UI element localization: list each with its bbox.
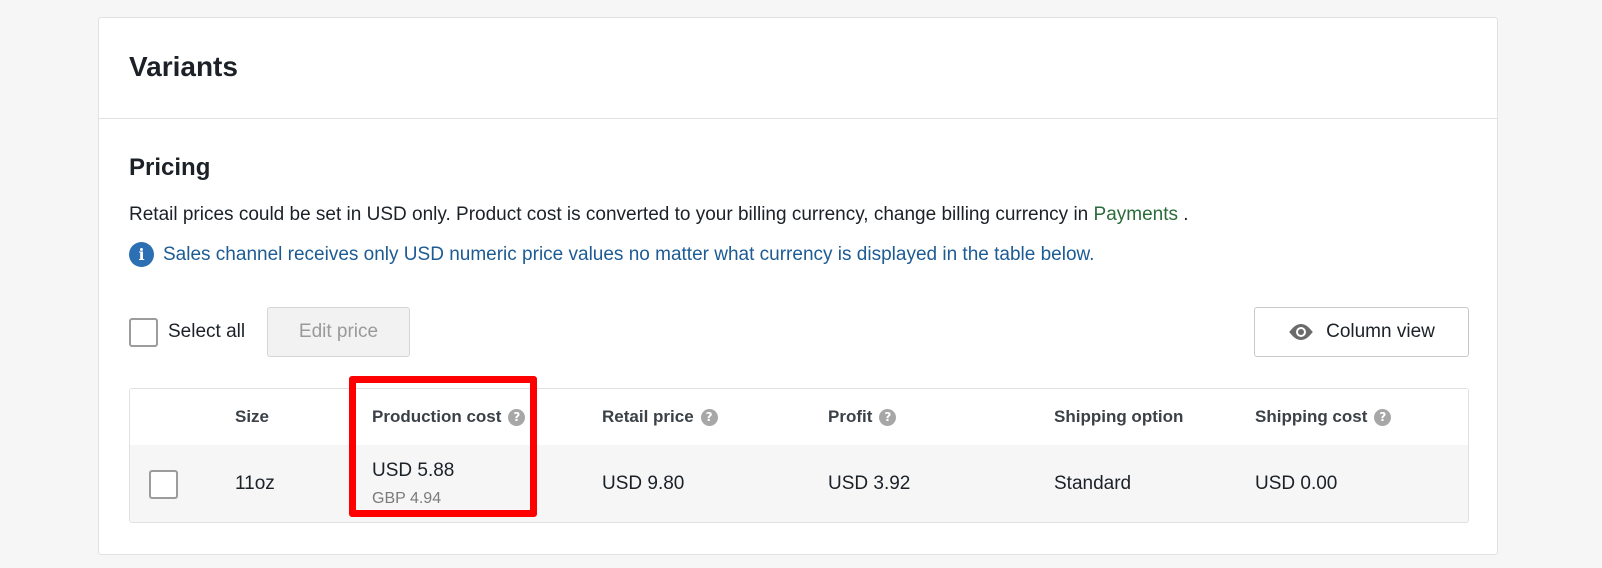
column-header-production-cost-label: Production cost xyxy=(372,407,502,426)
column-header-shipping-cost-label: Shipping cost xyxy=(1255,407,1368,426)
info-note: i Sales channel receives only USD numeri… xyxy=(129,242,1094,267)
pricing-description: Retail prices could be set in USD only. … xyxy=(129,204,1189,226)
column-header-profit[interactable]: Profit ? xyxy=(828,389,897,445)
pricing-title: Pricing xyxy=(129,154,211,181)
profit-help-icon[interactable]: ? xyxy=(879,408,897,426)
column-header-retail-price-label: Retail price xyxy=(602,407,694,426)
payments-link[interactable]: Payments xyxy=(1094,204,1178,225)
row-retail-price: USD 9.80 xyxy=(602,473,685,494)
column-header-retail-price[interactable]: Retail price ? xyxy=(602,389,718,445)
pricing-description-text: Retail prices could be set in USD only. … xyxy=(129,204,1089,225)
column-header-profit-label: Profit xyxy=(828,407,873,426)
column-header-shipping-option-label: Shipping option xyxy=(1054,407,1184,426)
card-header: Variants xyxy=(99,18,1497,119)
column-view-label: Column view xyxy=(1326,321,1435,342)
pricing-description-end: . xyxy=(1183,204,1189,225)
row-profit: USD 3.92 xyxy=(828,473,911,494)
select-all-checkbox[interactable] xyxy=(129,317,158,347)
column-header-shipping-option[interactable]: Shipping option xyxy=(1054,389,1183,445)
info-text: Sales channel receives only USD numeric … xyxy=(163,243,1095,265)
row-shipping-option: Standard xyxy=(1054,473,1132,494)
row-size: 11oz xyxy=(235,473,275,494)
pricing-toolbar: Select all Edit price Column view xyxy=(129,307,1469,357)
edit-price-button[interactable]: Edit price xyxy=(267,307,410,357)
select-all-control[interactable]: Select all xyxy=(129,307,245,357)
production-cost-help-icon[interactable]: ? xyxy=(508,408,526,426)
shipping-cost-help-icon[interactable]: ? xyxy=(1374,408,1392,426)
variants-table: Size Production cost ? Retail price ? Pr… xyxy=(129,388,1469,523)
column-header-size[interactable]: Size xyxy=(235,389,269,445)
row-production-cost: USD 5.88 GBP 4.94 xyxy=(372,445,455,522)
select-all-label: Select all xyxy=(168,321,246,342)
variants-card: Variants Pricing Retail prices could be … xyxy=(98,17,1498,555)
production-cost-secondary: GBP 4.94 xyxy=(372,490,442,507)
table-header-row: Size Production cost ? Retail price ? Pr… xyxy=(130,389,1468,445)
column-header-size-label: Size xyxy=(235,407,270,426)
column-header-production-cost[interactable]: Production cost ? xyxy=(372,389,526,445)
info-icon: i xyxy=(129,242,154,267)
row-checkbox[interactable] xyxy=(149,469,178,499)
column-header-shipping-cost[interactable]: Shipping cost ? xyxy=(1255,389,1392,445)
card-title: Variants xyxy=(129,51,238,82)
table-row: 11oz USD 5.88 GBP 4.94 USD 9.80 USD 3.92… xyxy=(130,445,1468,522)
retail-price-help-icon[interactable]: ? xyxy=(700,408,718,426)
column-view-button[interactable]: Column view xyxy=(1254,307,1469,357)
row-shipping-cost: USD 0.00 xyxy=(1255,473,1338,494)
eye-icon xyxy=(1288,323,1314,341)
production-cost-primary: USD 5.88 xyxy=(372,460,455,481)
row-checkbox-cell xyxy=(149,445,178,522)
